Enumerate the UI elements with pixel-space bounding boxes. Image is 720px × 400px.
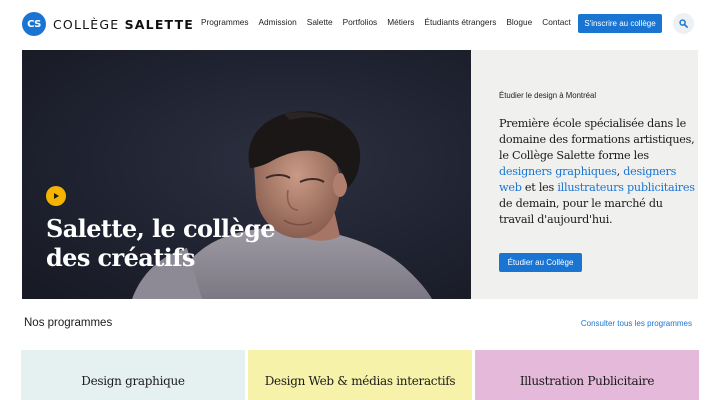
link-illustrateurs-publicitaires[interactable]: illustrateurs publicitaires bbox=[557, 181, 695, 194]
program-card-label: Design Web & médias interactifs bbox=[264, 374, 456, 388]
program-card-illustration[interactable]: Illustration Publicitaire bbox=[475, 350, 699, 400]
hero-title: Salette, le collège des créatifs bbox=[46, 214, 276, 272]
nav-salette[interactable]: Salette bbox=[307, 17, 333, 27]
hero-desc-text-4: de demain, pour le marché du travail d'a… bbox=[499, 197, 663, 226]
study-button[interactable]: Étudier au Collège bbox=[499, 253, 582, 272]
all-programs-link[interactable]: Consulter tous les programmes bbox=[581, 319, 692, 328]
nav-admission[interactable]: Admission bbox=[259, 17, 297, 27]
search-button[interactable] bbox=[673, 13, 694, 34]
hero-description: Première école spécialisée dans le domai… bbox=[499, 116, 695, 228]
logo[interactable]: CS COLLÈGE SALETTE bbox=[22, 12, 194, 36]
hero-eyebrow: Étudier le design à Montréal bbox=[499, 91, 597, 100]
play-icon bbox=[54, 193, 59, 199]
hero-image: Salette, le collège des créatifs bbox=[22, 50, 471, 299]
logo-text: COLLÈGE SALETTE bbox=[53, 17, 194, 32]
nav-etudiants-etrangers[interactable]: Étudiants étrangers bbox=[424, 17, 496, 27]
program-card-label: Design graphique bbox=[81, 374, 185, 388]
logo-name-bold: SALETTE bbox=[124, 16, 195, 32]
programs-heading: Nos programmes bbox=[24, 317, 113, 329]
logo-name-light: COLLÈGE bbox=[53, 16, 120, 32]
hero-panel: Étudier le design à Montréal Première éc… bbox=[471, 50, 698, 299]
nav-blogue[interactable]: Blogue bbox=[506, 17, 532, 27]
nav-contact[interactable]: Contact bbox=[542, 17, 571, 27]
program-card-label: Illustration Publicitaire bbox=[519, 374, 655, 388]
link-designers-graphiques[interactable]: designers graphiques bbox=[499, 165, 617, 178]
hero-desc-text-1: Première école spécialisée dans le domai… bbox=[499, 117, 695, 162]
nav-programmes[interactable]: Programmes bbox=[201, 17, 249, 27]
logo-badge: CS bbox=[22, 12, 46, 36]
search-icon bbox=[679, 19, 688, 28]
main-nav: Programmes Admission Salette Portfolios … bbox=[201, 17, 571, 27]
site-header: CS COLLÈGE SALETTE Programmes Admission … bbox=[0, 0, 720, 48]
nav-metiers[interactable]: Métiers bbox=[387, 17, 414, 27]
program-card-design-web[interactable]: Design Web & médias interactifs bbox=[248, 350, 472, 400]
nav-portfolios[interactable]: Portfolios bbox=[343, 17, 378, 27]
enroll-button[interactable]: S'inscrire au collège bbox=[578, 14, 662, 33]
program-card-design-graphique[interactable]: Design graphique bbox=[21, 350, 245, 400]
hero-desc-text-3: et les bbox=[521, 181, 558, 194]
play-video-button[interactable] bbox=[46, 186, 66, 206]
